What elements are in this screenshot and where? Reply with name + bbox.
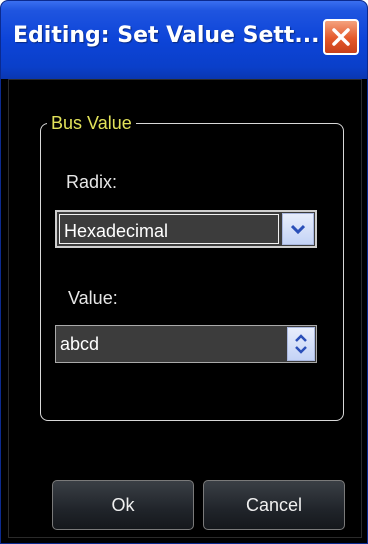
cancel-button[interactable]: Cancel bbox=[203, 480, 345, 530]
value-input[interactable]: abcd bbox=[60, 334, 99, 355]
title-bar[interactable]: Editing: Set Value Sett... bbox=[1, 1, 367, 79]
window-title: Editing: Set Value Sett... bbox=[13, 23, 320, 48]
radix-dropdown-field: Hexadecimal bbox=[59, 214, 279, 244]
close-icon bbox=[332, 28, 350, 46]
spin-buttons[interactable] bbox=[287, 327, 315, 361]
radix-selected-value: Hexadecimal bbox=[64, 221, 169, 241]
group-title: Bus Value bbox=[47, 112, 136, 134]
value-label: Value: bbox=[68, 288, 118, 308]
value-spinbox[interactable]: abcd bbox=[55, 325, 317, 363]
chevron-down-icon bbox=[291, 224, 305, 235]
radix-label: Radix: bbox=[66, 172, 118, 192]
bus-value-group bbox=[40, 123, 344, 421]
dropdown-arrow-button[interactable] bbox=[282, 213, 314, 245]
radix-dropdown[interactable]: Hexadecimal bbox=[55, 210, 317, 248]
close-button[interactable] bbox=[323, 19, 359, 55]
up-down-arrows-icon bbox=[295, 334, 307, 354]
ok-button[interactable]: Ok bbox=[52, 480, 194, 530]
